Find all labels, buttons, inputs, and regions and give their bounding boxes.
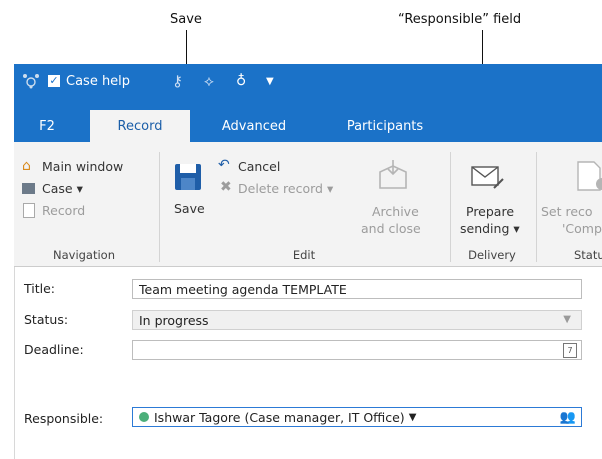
status-select[interactable]: In progress ▼ [132,310,582,330]
set-record-label-line1: Set reco [541,204,593,219]
archive-label-line2: and close [361,221,421,236]
set-record-label-line2: 'Compl [562,221,602,236]
group-separator [536,152,537,262]
checkbox-checked-icon: ✓ [48,74,60,87]
ribbon-tabs: F2 Record Advanced Participants [14,98,602,142]
app-logo-icon[interactable] [22,64,40,98]
save-icon [175,164,201,190]
responsible-callout-label: “Responsible” field [398,12,522,27]
tab-f2[interactable]: F2 [22,110,72,142]
title-value: Team meeting agenda TEMPLATE [139,281,347,297]
quick-access-dropdown-icon[interactable]: ▼ [266,64,274,98]
prepare-label-line1: Prepare [466,204,515,219]
title-label: Title: [24,281,55,296]
case-help-label: Case help [66,73,131,89]
bulb-icon[interactable]: ♁ [236,64,246,98]
archive-and-close-button[interactable]: Archive and close [354,158,432,242]
group-label-edit: Edit [292,248,316,262]
tab-advanced[interactable]: Advanced [204,110,304,142]
tab-record[interactable]: Record [90,110,190,142]
responsible-value: Ishwar Tagore (Case manager, IT Office) [154,409,405,425]
calendar-icon[interactable]: 7 [563,343,577,358]
chevron-down-icon: ▼ [563,314,571,325]
delete-icon: ✖ [220,179,232,195]
prepare-label-line2: sending ▾ [460,221,520,236]
status-label: Status: [24,312,69,327]
archive-icon [379,160,407,189]
deadline-label: Deadline: [24,342,84,357]
cancel-label: Cancel [238,159,281,174]
set-record-complete-button[interactable]: Set reco 'Compl [538,158,602,242]
title-bar: ✓ Case help ⚷ ⟡ ♁ ▼ [14,64,602,98]
case-label: Case ▾ [42,181,83,196]
share-icon[interactable]: ⟡ [204,64,214,98]
group-separator [159,152,160,262]
record-form: Title: Team meeting agenda TEMPLATE Stat… [14,267,602,459]
group-label-navigation: Navigation [52,248,116,262]
deadline-field[interactable]: 7 [132,340,582,360]
tab-participants[interactable]: Participants [330,110,440,142]
status-value: In progress [139,312,209,328]
home-icon: ⌂ [22,158,31,174]
save-label: Save [174,201,205,216]
responsible-field[interactable]: Ishwar Tagore (Case manager, IT Office) … [132,407,582,427]
group-label-status: Statu [574,248,602,262]
prepare-sending-button[interactable]: Prepare sending ▾ [454,158,524,242]
status-dot-icon [139,412,149,422]
ribbon-panel: ⌂ Main window Case ▾ Record Navigation S… [14,142,602,267]
responsible-dropdown-icon[interactable]: ▼ [409,412,417,423]
delete-record-label: Delete record ▾ [238,181,334,196]
document-check-icon [577,161,602,191]
document-icon [23,203,35,218]
group-separator [450,152,451,262]
main-window-label: Main window [42,159,124,174]
case-help-toggle[interactable]: ✓ Case help [48,64,130,98]
people-icon[interactable]: 👥 [560,410,576,425]
save-callout-label: Save [170,12,202,27]
envelope-icon [471,166,504,189]
group-label-delivery: Delivery [468,248,516,262]
key-icon[interactable]: ⚷ [172,64,183,98]
responsible-label: Responsible: [24,411,104,426]
save-button[interactable]: Save [170,158,206,222]
title-field[interactable]: Team meeting agenda TEMPLATE [132,279,582,299]
undo-icon: ↶ [218,157,230,173]
record-label: Record [42,203,86,218]
case-icon [22,183,35,194]
archive-label-line1: Archive [372,204,419,219]
